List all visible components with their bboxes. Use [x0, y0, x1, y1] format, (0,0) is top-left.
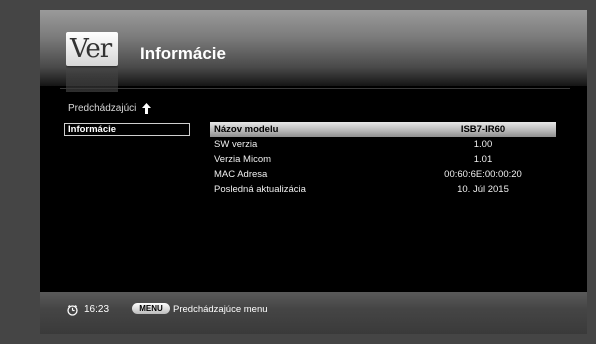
up-arrow-icon	[142, 103, 152, 114]
menu-key-button[interactable]: MENU	[132, 303, 170, 314]
info-row-mac-address[interactable]: MAC Adresa 00:60:6E:00:00:20	[210, 167, 556, 182]
clock-time: 16:23	[84, 304, 110, 315]
info-label: SW verzia	[214, 139, 258, 150]
info-row-micom-version[interactable]: Verzia Micom 1.01	[210, 152, 556, 167]
footer-bar: 16:23 MENU Predchádzajúce menu	[40, 292, 587, 334]
page-title: Informácie	[140, 44, 226, 63]
info-row-model[interactable]: Názov modelu ISB7-IR60	[210, 122, 556, 137]
clock-icon	[67, 305, 78, 316]
info-table: Názov modelu ISB7-IR60 SW verzia 1.00 Ve…	[210, 122, 556, 197]
menu-hint-label: Predchádzajúce menu	[173, 304, 268, 315]
info-value: 10. Júl 2015	[457, 184, 509, 195]
info-label: Posledná aktualizácia	[214, 184, 306, 195]
info-row-last-update[interactable]: Posledná aktualizácia 10. Júl 2015	[210, 182, 556, 197]
info-value: 00:60:6E:00:00:20	[444, 169, 522, 180]
info-row-sw-version[interactable]: SW verzia 1.00	[210, 137, 556, 152]
info-value: ISB7-IR60	[460, 124, 506, 135]
logo-text: Ver	[70, 34, 112, 64]
brand-logo: Ver	[66, 32, 118, 92]
back-label: Predchádzajúci	[68, 103, 137, 114]
info-label: MAC Adresa	[214, 169, 268, 180]
header-divider	[60, 88, 570, 89]
menu-item-informacie[interactable]: Informácie	[64, 123, 190, 136]
logo-box: Ver	[66, 32, 118, 66]
info-label: Názov modelu	[214, 124, 279, 135]
back-nav-item[interactable]: Predchádzajúci	[68, 103, 152, 114]
tv-screen: Ver Informácie Predchádzajúci Informácie…	[40, 10, 587, 334]
info-value: 1.00	[473, 139, 493, 150]
info-value: 1.01	[473, 154, 493, 165]
header-bar: Ver Informácie	[40, 10, 587, 92]
info-label: Verzia Micom	[214, 154, 272, 165]
